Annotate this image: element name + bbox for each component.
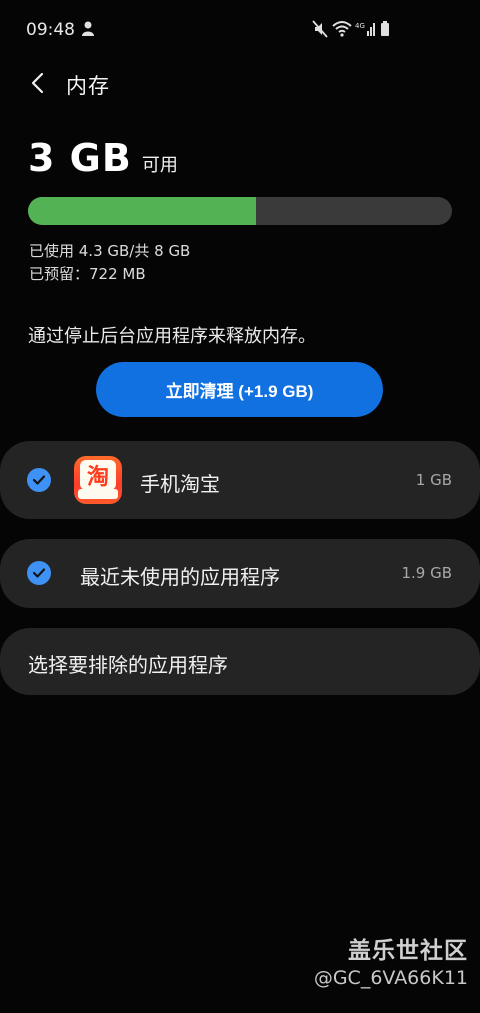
app-name: 手机淘宝 bbox=[140, 472, 220, 496]
check-icon bbox=[32, 475, 46, 485]
taobao-app-icon: 淘 bbox=[74, 456, 122, 504]
checkbox-recent-apps[interactable] bbox=[27, 561, 51, 585]
list-item-taobao[interactable]: 淘 手机淘宝 1 GB bbox=[0, 441, 480, 519]
notification-person-icon bbox=[80, 20, 96, 38]
status-bar: 09:48 4G bbox=[0, 0, 480, 60]
list-item-recent-apps[interactable]: 最近未使用的应用程序 1.9 GB bbox=[0, 539, 480, 608]
recent-apps-size: 1.9 GB bbox=[401, 564, 452, 582]
reserved-memory-text: 已预留：722 MB bbox=[29, 265, 146, 283]
available-value: 3 GB bbox=[28, 136, 132, 180]
wifi-icon bbox=[332, 21, 352, 37]
app-size: 1 GB bbox=[415, 471, 452, 489]
back-button[interactable] bbox=[24, 68, 52, 98]
watermark-user: @GC_6VA66K11 bbox=[313, 967, 468, 989]
header: 内存 bbox=[0, 60, 480, 108]
available-memory: 3 GB 可用 bbox=[28, 136, 178, 186]
mute-icon bbox=[312, 20, 328, 38]
status-time: 09:48 bbox=[26, 20, 75, 40]
memory-stats: 已使用 4.3 GB/共 8 GB 已预留：722 MB bbox=[29, 240, 190, 286]
watermark-title: 盖乐世社区 bbox=[348, 938, 468, 964]
exclude-apps-button[interactable]: 选择要排除的应用程序 bbox=[0, 628, 480, 695]
used-memory-text: 已使用 4.3 GB/共 8 GB bbox=[29, 242, 191, 260]
check-icon bbox=[32, 568, 46, 578]
battery-icon bbox=[381, 21, 389, 36]
available-unit: 可用 bbox=[141, 155, 178, 176]
memory-usage-fill bbox=[28, 197, 256, 225]
lte-signal-icon: 4G bbox=[355, 22, 375, 36]
status-icons: 4G bbox=[312, 20, 394, 40]
exclude-apps-label: 选择要排除的应用程序 bbox=[28, 653, 228, 677]
chevron-left-icon bbox=[31, 72, 44, 94]
page-title: 内存 bbox=[66, 74, 110, 98]
svg-text:4G: 4G bbox=[355, 22, 365, 30]
checkbox-taobao[interactable] bbox=[27, 468, 51, 492]
clean-now-button[interactable]: 立即清理 (+1.9 GB) bbox=[96, 362, 383, 417]
description-text: 通过停止后台应用程序来释放内存。 bbox=[28, 326, 316, 347]
memory-usage-bar bbox=[28, 197, 452, 225]
recent-apps-label: 最近未使用的应用程序 bbox=[80, 565, 280, 589]
